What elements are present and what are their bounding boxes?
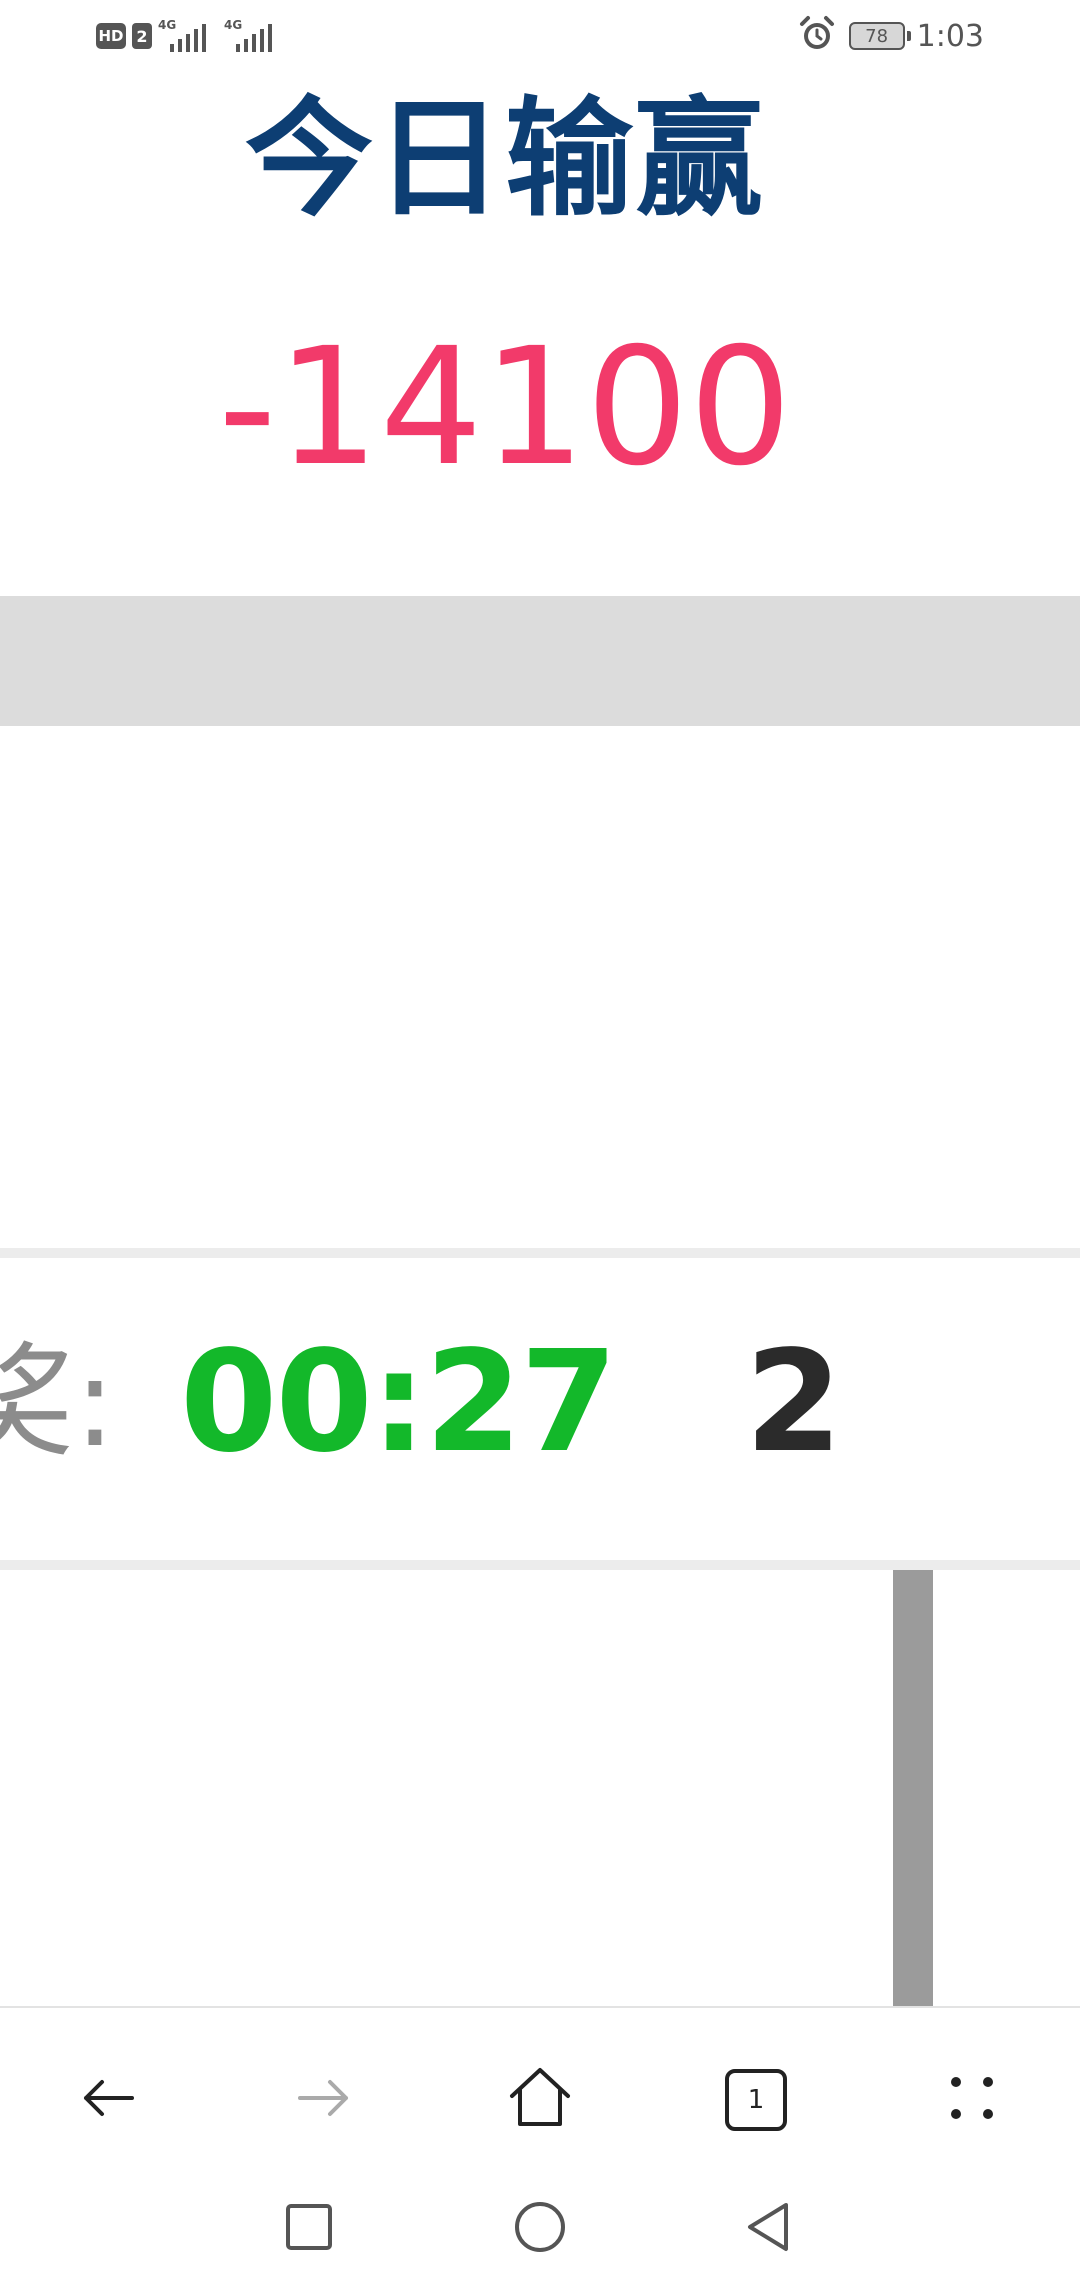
countdown-number: 2 [745,1321,843,1484]
hd-badge: HD [96,23,126,49]
recents-square-icon [284,2202,334,2256]
tabs-icon: 1 [725,2069,787,2131]
home-button[interactable] [500,2060,580,2140]
divider [0,1560,1080,1570]
win-loss-amount: -14100 [218,314,792,502]
status-right-group: 78 1:03 [797,14,984,58]
battery-icon: 78 [848,22,911,50]
forward-button[interactable] [284,2060,364,2140]
browser-toolbar: 1 [0,2006,1080,2176]
menu-button[interactable] [932,2060,1012,2140]
home-circle-icon [512,2199,568,2259]
countdown-label: 奖: [0,1331,116,1475]
back-button[interactable] [68,2060,148,2140]
system-back-button[interactable] [733,2194,803,2264]
home-icon [504,2062,576,2138]
tabs-button[interactable]: 1 [716,2060,796,2140]
back-triangle-icon [740,2199,796,2259]
status-left-group: HD 2 4G 4G [96,18,284,54]
back-arrow-icon [76,2066,140,2134]
content-blank-area [0,726,1080,1248]
status-bar: HD 2 4G 4G 78 1:03 [0,0,1080,72]
countdown-row: 奖: 00:27 2 [0,1258,1080,1560]
menu-dots-icon [942,2068,1002,2132]
recents-button[interactable] [274,2194,344,2264]
signal-icon: 4G [158,18,218,54]
divider [0,1248,1080,1258]
countdown-timer: 00:27 [180,1321,618,1484]
system-home-button[interactable] [505,2194,575,2264]
tab-count: 1 [747,2085,765,2115]
signal-icon: 4G [224,18,284,54]
battery-level: 78 [865,25,889,47]
status-clock: 1:03 [916,18,984,54]
alarm-icon [797,14,837,58]
forward-arrow-icon [292,2066,356,2134]
gray-band [0,596,1080,726]
scrollbar-thumb[interactable] [893,1570,933,2006]
system-nav-bar [0,2176,1080,2280]
page-title: 今日输赢 [244,85,765,234]
sim-badge: 2 [132,23,152,49]
